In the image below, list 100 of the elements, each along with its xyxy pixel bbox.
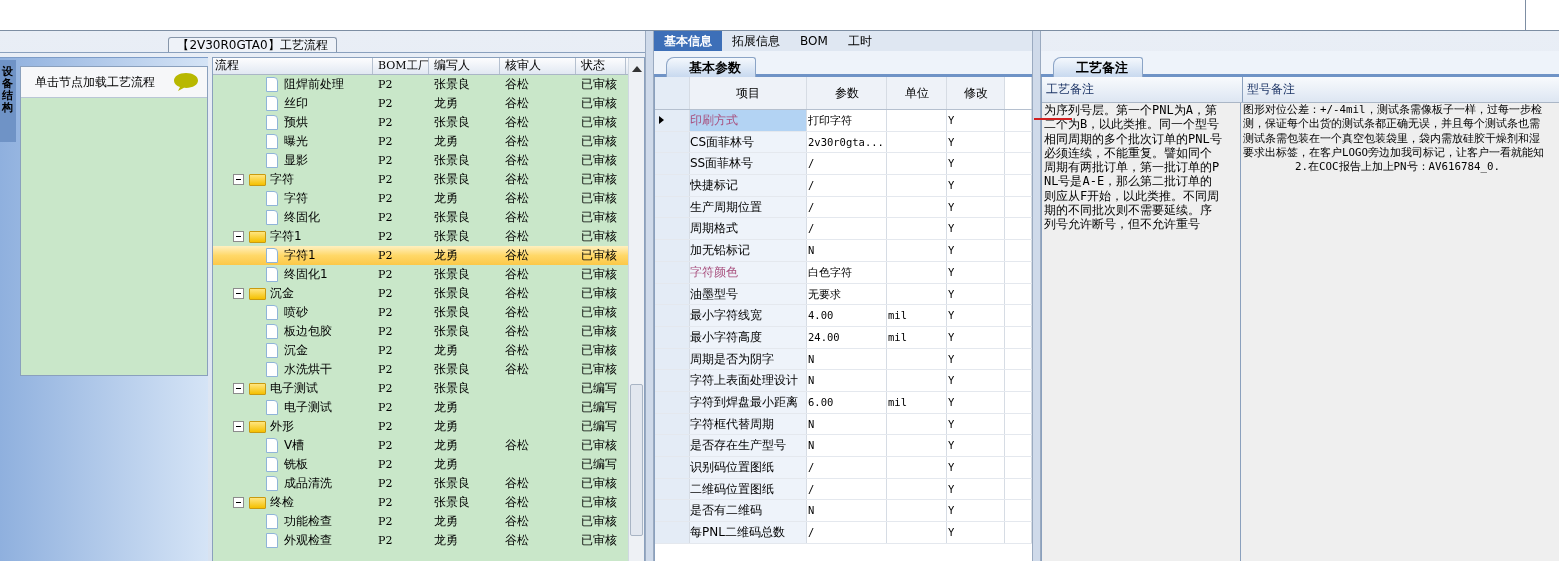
collapse-icon[interactable] <box>233 174 244 185</box>
tree-row[interactable]: 功能检查 P2 龙勇 谷松 已审核 <box>213 512 628 531</box>
column-header[interactable]: 项目 <box>690 77 807 109</box>
tree-node-label[interactable]: 阻焊前处理 <box>284 75 344 94</box>
params-tab[interactable]: 基本参数 <box>666 57 756 77</box>
table-cell[interactable]: 周期是否为阴字 <box>690 348 807 370</box>
tree-row[interactable]: 电子测试 P2 张景良 已编写 <box>213 379 628 398</box>
collapse-icon[interactable] <box>233 288 244 299</box>
collapse-icon[interactable] <box>233 231 244 242</box>
tree-row[interactable]: 曝光 P2 龙勇 谷松 已审核 <box>213 132 628 151</box>
tree-node-label[interactable]: 外观检查 <box>284 531 332 550</box>
tree-row[interactable]: 水洗烘干 P2 张景良 谷松 已审核 <box>213 360 628 379</box>
collapse-icon[interactable] <box>233 497 244 508</box>
selected-row[interactable]: 字符1 P2 龙勇 谷松 已审核 <box>213 246 628 265</box>
tree-node-label[interactable]: 电子测试 <box>284 398 332 417</box>
table-cell[interactable]: 油墨型号 <box>690 283 807 305</box>
table-cell[interactable]: 是否存在生产型号 <box>690 435 807 456</box>
tree-node-label[interactable]: 预烘 <box>284 113 308 132</box>
table-cell[interactable]: 字符到焊盘最小距离 <box>690 391 807 413</box>
table-cell[interactable]: CS面菲林号 <box>690 131 807 153</box>
tree-row[interactable]: 终检 P2 张景良 谷松 已审核 <box>213 493 628 512</box>
tree-row[interactable]: V槽 P2 龙勇 谷松 已审核 <box>213 436 628 455</box>
tree-node-label[interactable]: 外形 <box>270 417 294 436</box>
tree-row[interactable]: 显影 P2 张景良 谷松 已审核 <box>213 151 628 170</box>
tree-node-label[interactable]: 丝印 <box>284 94 308 113</box>
table-cell: 6.00 <box>807 391 887 413</box>
tree-row[interactable]: 终固化 P2 张景良 谷松 已审核 <box>213 208 628 227</box>
tree-row[interactable]: 板边包胶 P2 张景良 谷松 已审核 <box>213 322 628 341</box>
tree-node-label[interactable]: 沉金 <box>270 284 294 303</box>
tab[interactable]: BOM <box>790 31 838 51</box>
table-cell[interactable]: 快捷标记 <box>690 175 807 196</box>
table-cell[interactable]: 是否有二维码 <box>690 500 807 522</box>
tree-node-label[interactable]: 铣板 <box>284 455 308 474</box>
tree-node-label[interactable]: 终检 <box>270 493 294 512</box>
table-cell[interactable]: 最小字符高度 <box>690 326 807 348</box>
table-cell[interactable]: 每PNL二维码总数 <box>690 522 807 543</box>
tree-row[interactable]: 终固化1 P2 张景良 谷松 已审核 <box>213 265 628 284</box>
tree-row[interactable]: 字符1 P2 张景良 谷松 已审核 <box>213 227 628 246</box>
tree-node-label[interactable]: 字符1 <box>284 246 316 265</box>
column-header[interactable]: 流程 <box>213 58 373 74</box>
table-cell[interactable]: 字符颜色 <box>690 261 807 283</box>
table-cell[interactable]: 字符框代替周期 <box>690 413 807 435</box>
notes-tab[interactable]: 工艺备注 <box>1053 57 1143 77</box>
table-cell[interactable]: 周期格式 <box>690 218 807 240</box>
tree-row[interactable]: 丝印 P2 龙勇 谷松 已审核 <box>213 94 628 113</box>
tree-node-label[interactable]: 终固化 <box>284 208 320 227</box>
column-header[interactable]: 修改 <box>947 77 1005 109</box>
table-cell: 龙勇 <box>434 191 458 205</box>
tree-node-label[interactable]: 终固化1 <box>284 265 328 284</box>
column-header[interactable]: 编写人 <box>429 58 500 74</box>
tree-node-label[interactable]: V槽 <box>284 436 305 455</box>
collapse-icon[interactable] <box>233 421 244 432</box>
collapse-icon[interactable] <box>233 383 244 394</box>
table-cell[interactable]: 加无铅标记 <box>690 240 807 261</box>
tree-row[interactable]: 沉金 P2 龙勇 谷松 已审核 <box>213 341 628 360</box>
tab[interactable]: 基本信息 <box>654 31 722 51</box>
tree-row[interactable]: 预烘 P2 张景良 谷松 已审核 <box>213 113 628 132</box>
tab[interactable]: 拓展信息 <box>722 31 790 51</box>
splitter-handle[interactable] <box>1032 31 1041 561</box>
tree-row[interactable]: 成品清洗 P2 张景良 谷松 已审核 <box>213 474 628 493</box>
column-header[interactable]: 参数 <box>807 77 887 109</box>
column-header[interactable]: 状态 <box>576 58 626 74</box>
tree-node-label[interactable]: 沉金 <box>284 341 308 360</box>
tree-row[interactable]: 外观检查 P2 龙勇 谷松 已审核 <box>213 531 628 550</box>
table-cell: Y <box>947 391 1005 413</box>
tree-row[interactable]: 电子测试 P2 龙勇 已编写 <box>213 398 628 417</box>
tree-row[interactable]: 喷砂 P2 张景良 谷松 已审核 <box>213 303 628 322</box>
tree-node-label[interactable]: 曝光 <box>284 132 308 151</box>
tree-node-label[interactable]: 字符 <box>284 189 308 208</box>
tree-node-label[interactable]: 水洗烘干 <box>284 360 332 379</box>
tree-node-label[interactable]: 显影 <box>284 151 308 170</box>
tree-node-label[interactable]: 功能检查 <box>284 512 332 531</box>
scrollbar[interactable] <box>628 58 644 561</box>
scroll-thumb[interactable] <box>630 384 643 536</box>
table-cell[interactable]: 识别码位置图纸 <box>690 457 807 478</box>
table-cell[interactable]: 二维码位置图纸 <box>690 478 807 500</box>
splitter-handle[interactable] <box>645 31 654 561</box>
table-cell: 谷松 <box>505 305 529 319</box>
tree-row[interactable]: 阻焊前处理 P2 张景良 谷松 已审核 <box>213 75 628 94</box>
table-cell[interactable]: SS面菲林号 <box>690 153 807 175</box>
tree-node-label[interactable]: 字符1 <box>270 227 302 246</box>
table-cell[interactable]: 生产周期位置 <box>690 196 807 218</box>
tree-row[interactable]: 字符 P2 龙勇 谷松 已审核 <box>213 189 628 208</box>
tab[interactable]: 工时 <box>837 31 882 51</box>
tree-row[interactable]: 字符 P2 张景良 谷松 已审核 <box>213 170 628 189</box>
tree-node-label[interactable]: 电子测试 <box>270 379 318 398</box>
tree-node-label[interactable]: 喷砂 <box>284 303 308 322</box>
table-cell[interactable]: 字符上表面处理设计 <box>690 370 807 391</box>
tree-row[interactable]: 外形 P2 龙勇 已编写 <box>213 417 628 436</box>
table-cell[interactable]: 最小字符线宽 <box>690 305 807 326</box>
column-header[interactable]: BOM工厂 <box>373 58 429 74</box>
column-header[interactable]: 核审人 <box>500 58 576 74</box>
row-header[interactable] <box>655 110 690 131</box>
tree-node-label[interactable]: 成品清洗 <box>284 474 332 493</box>
side-tab[interactable]: 设备结构 <box>0 60 16 142</box>
tree-row[interactable]: 铣板 P2 龙勇 已编写 <box>213 455 628 474</box>
column-header[interactable]: 单位 <box>887 77 947 109</box>
tree-node-label[interactable]: 板边包胶 <box>284 322 332 341</box>
tree-row[interactable]: 沉金 P2 张景良 谷松 已审核 <box>213 284 628 303</box>
tree-node-label[interactable]: 字符 <box>270 170 294 189</box>
